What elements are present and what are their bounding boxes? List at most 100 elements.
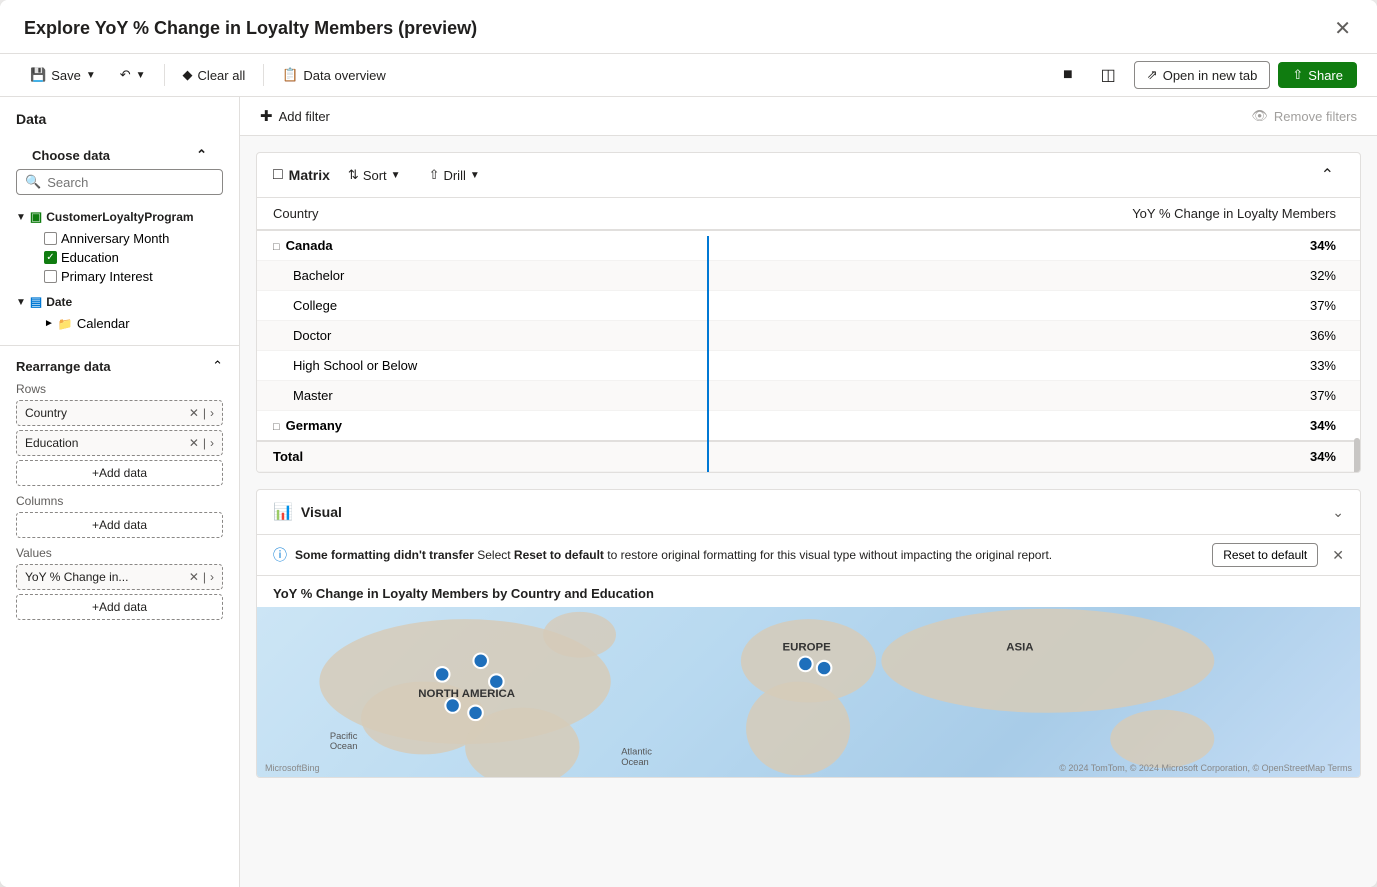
panel-divider [0,345,239,346]
close-button[interactable]: ✕ [1328,14,1357,43]
collapse-visual-button[interactable]: ⌄ [1332,504,1344,521]
remove-filters-button[interactable]: 👁 Remove filters [1251,108,1357,124]
matrix-cell-value: 37% [707,291,1360,321]
rows-pill-education: Education ✕ | › [16,430,223,456]
values-pill-yoy-close-icon[interactable]: ✕ [189,570,199,584]
rows-pill-education-arrow-icon[interactable]: › [210,436,214,450]
info-icon: ⓘ [273,545,287,565]
toolbar: 💾 Save ▼ ↶ ▼ ◆ Clear all 📋 Data overview… [0,54,1377,97]
split-view-button[interactable]: ◫ [1091,60,1126,90]
matrix-row: High School or Below33% [257,351,1360,381]
visual-title: 📊 Visual [273,502,342,522]
toolbar-divider-2 [263,64,264,86]
tree-item-education[interactable]: ✓ Education [44,248,223,267]
svg-text:NORTH AMERICA: NORTH AMERICA [418,688,515,700]
choose-data-header: Choose data ⌃ [16,147,223,163]
sort-button[interactable]: ⇅ Sort ▼ [338,163,411,187]
values-pill-yoy-arrow-icon[interactable]: › [210,570,214,584]
checkbox-education[interactable]: ✓ [44,251,57,264]
save-icon: 💾 [30,67,46,83]
sort-icon: ⇅ [348,167,359,183]
rows-pill-country-close-icon[interactable]: ✕ [189,406,199,420]
tree-label-education: Education [61,250,119,265]
matrix-icon: □ [273,166,283,184]
tree-item-anniversary-month[interactable]: Anniversary Month [44,229,223,248]
reset-to-default-button[interactable]: Reset to default [1212,543,1318,567]
rows-pill-country-actions: ✕ | › [189,406,214,420]
matrix-wrap: Country YoY % Change in Loyalty Members … [257,198,1360,472]
matrix-cell-value: 32% [707,261,1360,291]
values-add-data-label: +Add data [92,600,147,614]
rows-pill-education-label: Education [25,436,78,450]
map-logo: MicrosoftBing [265,763,320,773]
drill-label: Drill [443,168,465,183]
add-filter-button[interactable]: ✚ Add filter [260,107,330,125]
table-icon: ▤ [30,294,42,310]
matrix-table: Country YoY % Change in Loyalty Members … [257,198,1360,472]
matrix-toolbar: □ Matrix ⇅ Sort ▼ ⇧ Drill ▼ [257,153,1360,198]
warning-bold: Some formatting didn't transfer [295,548,474,562]
matrix-title: □ Matrix [273,166,330,184]
pill-divider-2: | [203,436,206,450]
rows-add-data-label: +Add data [92,466,147,480]
save-button[interactable]: 💾 Save ▼ [20,62,106,88]
filter-icon: ✚ [260,107,273,125]
tree-item-calendar[interactable]: ► 📁 Calendar [44,314,223,333]
columns-add-data-label: +Add data [92,518,147,532]
matrix-row: Master37% [257,381,1360,411]
rows-add-data-button[interactable]: +Add data [16,460,223,486]
filter-bar: ✚ Add filter 👁 Remove filters [240,97,1377,136]
checkbox-anniversary-month[interactable] [44,232,57,245]
values-pill-yoy: YoY % Change in... ✕ | › [16,564,223,590]
rows-pill-country: Country ✕ | › [16,400,223,426]
grid-view-button[interactable]: ■ [1053,61,1083,89]
sort-chevron-icon: ▼ [391,170,401,181]
date-children: ► 📁 Calendar [16,314,223,333]
warning-bar: ⓘ Some formatting didn't transfer Select… [257,535,1360,576]
svg-text:ASIA: ASIA [1006,641,1033,653]
tree-item-primary-interest[interactable]: Primary Interest [44,267,223,286]
svg-text:Ocean: Ocean [621,757,649,767]
rows-pill-education-close-icon[interactable]: ✕ [189,436,199,450]
scroll-thumb[interactable] [1354,438,1360,472]
warning-close-button[interactable]: ✕ [1332,547,1344,564]
matrix-row: Total34% [257,441,1360,472]
share-button[interactable]: ⇧ Share [1278,62,1357,88]
drill-chevron-icon: ▼ [470,170,480,181]
columns-add-data-button[interactable]: +Add data [16,512,223,538]
warning-rest: Select Reset to default to restore origi… [477,548,1052,562]
data-section-title: Data [0,97,239,127]
clear-button[interactable]: ◆ Clear all [173,62,256,88]
drill-icon: ⇧ [429,167,440,183]
tree-item-customer-loyalty[interactable]: ▼ ▣ CustomerLoyaltyProgram [16,205,223,229]
open-in-new-tab-button[interactable]: ⇗ Open in new tab [1134,61,1271,89]
scroll-track[interactable] [1354,438,1360,472]
collapse-matrix-button[interactable]: ⌃ [1311,161,1344,189]
matrix-cell-name: College [257,291,707,321]
remove-filters-label: Remove filters [1274,109,1357,124]
rows-pill-education-actions: ✕ | › [189,436,214,450]
undo-button[interactable]: ↶ ▼ [110,62,156,88]
tree-item-date[interactable]: ▼ ▤ Date [16,290,223,314]
matrix-cell-name: Total [257,441,707,472]
matrix-row: □Germany34% [257,411,1360,442]
rows-pill-country-arrow-icon[interactable]: › [210,406,214,420]
pill-divider-3: | [203,570,206,584]
checkbox-primary-interest[interactable] [44,270,57,283]
matrix-cell-name: Master [257,381,707,411]
search-box[interactable]: 🔍 [16,169,223,195]
col-header-country: Country [257,198,707,230]
matrix-row: □Canada34% [257,230,1360,261]
save-label: Save [51,68,81,83]
visual-title-label: Visual [301,504,342,520]
map-svg: NORTH AMERICA EUROPE ASIA Atlantic Ocean… [257,607,1360,777]
columns-label: Columns [16,494,223,508]
data-overview-button[interactable]: 📋 Data overview [272,62,396,88]
add-filter-label: Add filter [279,109,330,124]
pill-divider: | [203,406,206,420]
search-input[interactable] [47,175,214,190]
values-add-data-button[interactable]: +Add data [16,594,223,620]
values-pill-yoy-label: YoY % Change in... [25,570,128,584]
choose-data-label: Choose data [32,148,110,163]
drill-button[interactable]: ⇧ Drill ▼ [419,163,490,187]
